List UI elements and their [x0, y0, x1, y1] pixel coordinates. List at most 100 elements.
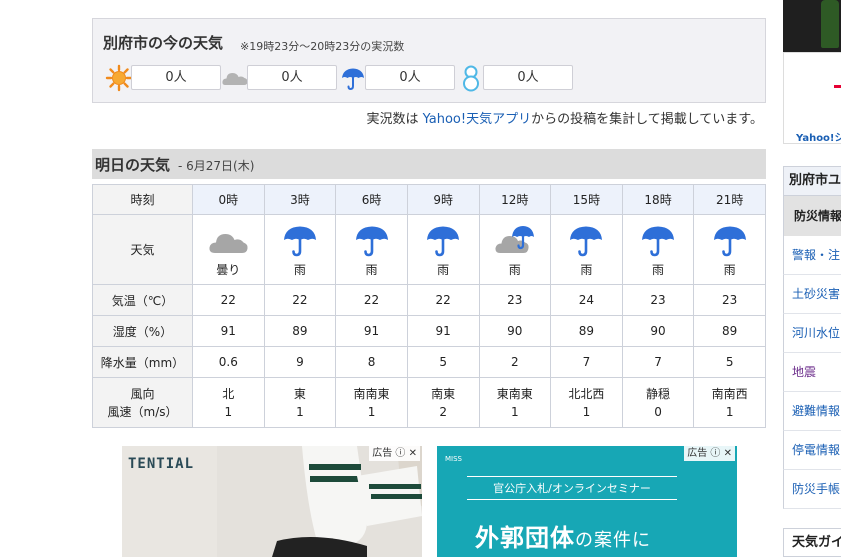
- hour-cell: 9時: [406, 184, 480, 215]
- hour-cell: 21時: [693, 184, 766, 215]
- row-label-humidity: 湿度（%）: [92, 315, 193, 347]
- temp-cell: 22: [192, 284, 265, 316]
- info-icon: ⓘ: [395, 448, 406, 459]
- hour-cell: 18時: [621, 184, 695, 215]
- wind-speed: 1: [367, 404, 376, 419]
- sidebar-weather-guide[interactable]: 天気ガイ: [783, 528, 841, 557]
- sidebar-item-power-outage[interactable]: 停電情報: [783, 431, 841, 470]
- tomorrow-title: 明日の天気: [95, 156, 171, 174]
- row-label-temp: 気温（℃）: [92, 284, 193, 316]
- ad-banner-seminar[interactable]: MISS 官公庁入札/オンラインセミナー 外郭団体の案件に 広告 ⓘ ✕: [437, 446, 737, 557]
- hour-cell: 3時: [263, 184, 337, 215]
- wind-cell: 静穏 0: [621, 377, 695, 428]
- wind-cell: 南南東 1: [335, 377, 408, 428]
- wind-dir: 南東: [431, 386, 456, 401]
- weather-cell: 雨: [693, 214, 766, 285]
- humidity-cell: 90: [478, 315, 552, 347]
- humidity-cell: 89: [263, 315, 337, 347]
- forecast-precip-row: 降水量（mm） 0.6 9 8 5 2 7 7 5: [92, 346, 766, 378]
- wind-cell: 南南西 1: [693, 377, 766, 428]
- temp-cell: 23: [621, 284, 695, 316]
- sidebar-item-landslide[interactable]: 土砂災害: [783, 275, 841, 314]
- forecast-weather-row: 天気 曇り 雨 雨 雨 雨 雨 雨 雨: [92, 214, 766, 285]
- humidity-cell: 90: [621, 315, 695, 347]
- wind-dir: 静穏: [646, 386, 671, 401]
- humidity-cell: 89: [693, 315, 766, 347]
- info-icon: ⓘ: [710, 448, 721, 459]
- precip-cell: 5: [406, 346, 480, 378]
- sun-icon: [105, 64, 133, 92]
- weather-cell: 雨: [550, 214, 623, 285]
- sidebar-ad-image[interactable]: [783, 0, 841, 52]
- weather-label: 雨: [365, 263, 378, 277]
- ad-headline: 外郭団体の案件に: [475, 524, 651, 552]
- sidebar-item-disaster-notebook[interactable]: 防災手帳: [783, 470, 841, 509]
- ad-brand: TENTIAL: [128, 456, 195, 472]
- ad-brand: MISS: [445, 455, 462, 463]
- sidebar-item-river-level[interactable]: 河川水位: [783, 314, 841, 353]
- close-icon[interactable]: ✕: [409, 448, 417, 459]
- weather-cell: 雨: [335, 214, 408, 285]
- sidebar-disaster-menu: 別府市ユ 防災情報 警報・注 土砂災害 河川水位 地震 避難情報 停電情報 防災…: [783, 166, 841, 509]
- weather-cell: 雨: [621, 214, 695, 285]
- ad-banner-tential[interactable]: TENTIAL 広告 ⓘ ✕: [122, 446, 422, 557]
- precip-cell: 7: [550, 346, 623, 378]
- weather-label: 雨: [652, 263, 665, 277]
- sidebar-item-warnings[interactable]: 警報・注: [783, 236, 841, 275]
- sidebar-disaster-header: 防災情報: [783, 196, 841, 236]
- weather-label: 雨: [723, 263, 736, 277]
- temp-cell: 22: [335, 284, 408, 316]
- cloud-icon: [209, 234, 248, 253]
- precip-cell: 5: [693, 346, 766, 378]
- sidebar-item-evacuation[interactable]: 避難情報: [783, 392, 841, 431]
- temp-cell: 22: [263, 284, 337, 316]
- tomorrow-header: 明日の天気 - 6月27日(木): [92, 149, 766, 179]
- ad-tag[interactable]: 広告 ⓘ ✕: [684, 446, 735, 461]
- forecast-table: 時刻 0時 3時 6時 9時 12時 15時 18時 21時 天気 曇り 雨 雨…: [92, 184, 766, 428]
- close-icon[interactable]: ✕: [724, 448, 732, 459]
- umbrella-icon: [642, 226, 675, 257]
- wind-speed: 1: [582, 404, 591, 419]
- yahoo-logo-mark: [834, 85, 841, 88]
- umbrella-icon: [283, 226, 316, 257]
- forecast-temp-row: 気温（℃） 22 22 22 22 23 24 23 23: [92, 284, 766, 316]
- sidebar-yahoo-banner[interactable]: Yahoo!シ: [783, 52, 841, 144]
- yahoo-weather-app-link[interactable]: Yahoo!天気アプリ: [423, 112, 531, 127]
- wind-speed: 0: [654, 404, 662, 419]
- sidebar-city-header: 別府市ユ: [783, 166, 841, 196]
- snowman-icon: [463, 65, 479, 92]
- humidity-cell: 91: [192, 315, 265, 347]
- precip-cell: 7: [621, 346, 695, 378]
- precip-cell: 9: [263, 346, 337, 378]
- weather-label: 曇り: [216, 263, 241, 277]
- report-source-note: 実況数は Yahoo!天気アプリからの投稿を集計して掲載しています。: [366, 112, 763, 127]
- row-label-hour: 時刻: [92, 184, 193, 215]
- wind-cell: 北北西 1: [550, 377, 623, 428]
- sidebar-item-earthquake[interactable]: 地震: [783, 353, 841, 392]
- hour-cell: 12時: [478, 184, 552, 215]
- ad-socks-image: [217, 446, 422, 557]
- report-umbrella-count: 0人: [365, 65, 455, 90]
- humidity-cell: 91: [406, 315, 480, 347]
- weather-label: 雨: [293, 263, 306, 277]
- cloud-icon: [222, 73, 248, 85]
- wind-speed: 2: [439, 404, 447, 419]
- cloud-umbrella-icon: [495, 226, 534, 253]
- tomorrow-date: - 6月27日(木): [178, 159, 255, 173]
- wind-cell: 東南東 1: [478, 377, 552, 428]
- hour-cell: 15時: [550, 184, 623, 215]
- row-label-weather: 天気: [92, 214, 193, 285]
- ad-tag[interactable]: 広告 ⓘ ✕: [369, 446, 420, 461]
- weather-cell: 曇り: [192, 214, 265, 285]
- precip-cell: 2: [478, 346, 552, 378]
- wind-dir: 北北西: [568, 386, 605, 401]
- temp-cell: 22: [406, 284, 480, 316]
- umbrella-icon: [713, 226, 746, 257]
- report-snowman-count: 0人: [483, 65, 573, 90]
- umbrella-icon: [427, 226, 460, 257]
- umbrella-icon: [342, 68, 364, 91]
- page: 別府市の今の天気 ※19時23分～20時23分の実況数 0人 0人 0人 0人 …: [0, 0, 841, 557]
- temp-cell: 24: [550, 284, 623, 316]
- hour-cell: 6時: [335, 184, 408, 215]
- weather-cell: 雨: [263, 214, 337, 285]
